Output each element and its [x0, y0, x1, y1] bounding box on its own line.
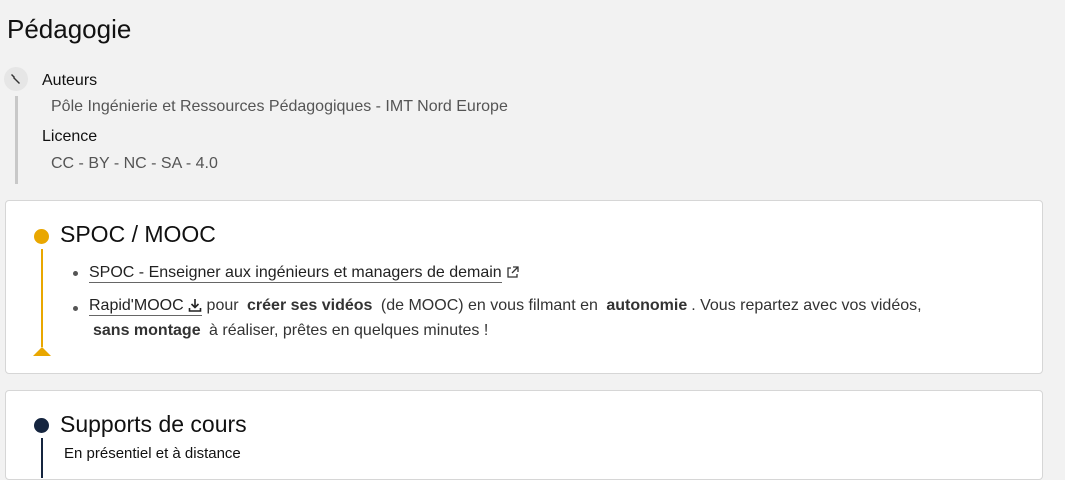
supports-dot-icon — [34, 418, 49, 433]
meta-timeline-line — [15, 96, 18, 184]
strong-text: autonomie — [606, 297, 688, 314]
external-link-icon — [506, 266, 519, 284]
text-segment: à réaliser, prêtes en quelques minutes ! — [209, 322, 489, 339]
rapid-mooc-link[interactable]: Rapid'MOOC — [89, 297, 203, 317]
page-title: Pédagogie — [7, 14, 132, 44]
wrench-icon — [4, 67, 28, 91]
spoc-enseigner-link[interactable]: SPOC - Enseigner aux ingénieurs et manag… — [89, 264, 502, 283]
spoc-title: SPOC / MOOC — [60, 221, 216, 247]
spoc-timeline-line — [41, 249, 43, 347]
spoc-dot-icon — [34, 229, 49, 244]
strong-text: sans montage — [93, 322, 201, 339]
rapid-mooc-label: Rapid'MOOC — [89, 297, 184, 314]
text-segment: (de MOOC) en vous filmant en — [380, 297, 598, 314]
download-icon — [188, 298, 202, 317]
list-bullet — [73, 306, 78, 311]
list-item: SPOC - Enseigner aux ingénieurs et manag… — [89, 264, 519, 284]
license-value: CC - BY - NC - SA - 4.0 — [51, 155, 218, 172]
list-item-continuation: sans montage à réaliser, prêtes en quelq… — [89, 322, 488, 340]
text-segment: . Vous repartez avec vos vidéos, — [691, 297, 922, 314]
spoc-timeline-arrow-icon — [33, 347, 51, 356]
authors-value: Pôle Ingénierie et Ressources Pédagogiqu… — [51, 98, 508, 115]
license-label: Licence — [42, 128, 98, 145]
spoc-mooc-card: SPOC / MOOC SPOC - Enseigner aux ingénie… — [5, 200, 1043, 374]
text-segment: pour — [206, 297, 239, 314]
list-item: Rapid'MOOC pour créer ses vidéos (de MOO… — [89, 297, 922, 317]
supports-card: Supports de cours En présentiel et à dis… — [5, 390, 1043, 480]
list-bullet — [73, 271, 78, 276]
supports-title: Supports de cours — [60, 411, 247, 437]
supports-timeline-line — [41, 438, 43, 478]
authors-label: Auteurs — [42, 72, 98, 89]
supports-subtitle: En présentiel et à distance — [64, 445, 241, 462]
strong-text: créer ses vidéos — [247, 297, 373, 314]
